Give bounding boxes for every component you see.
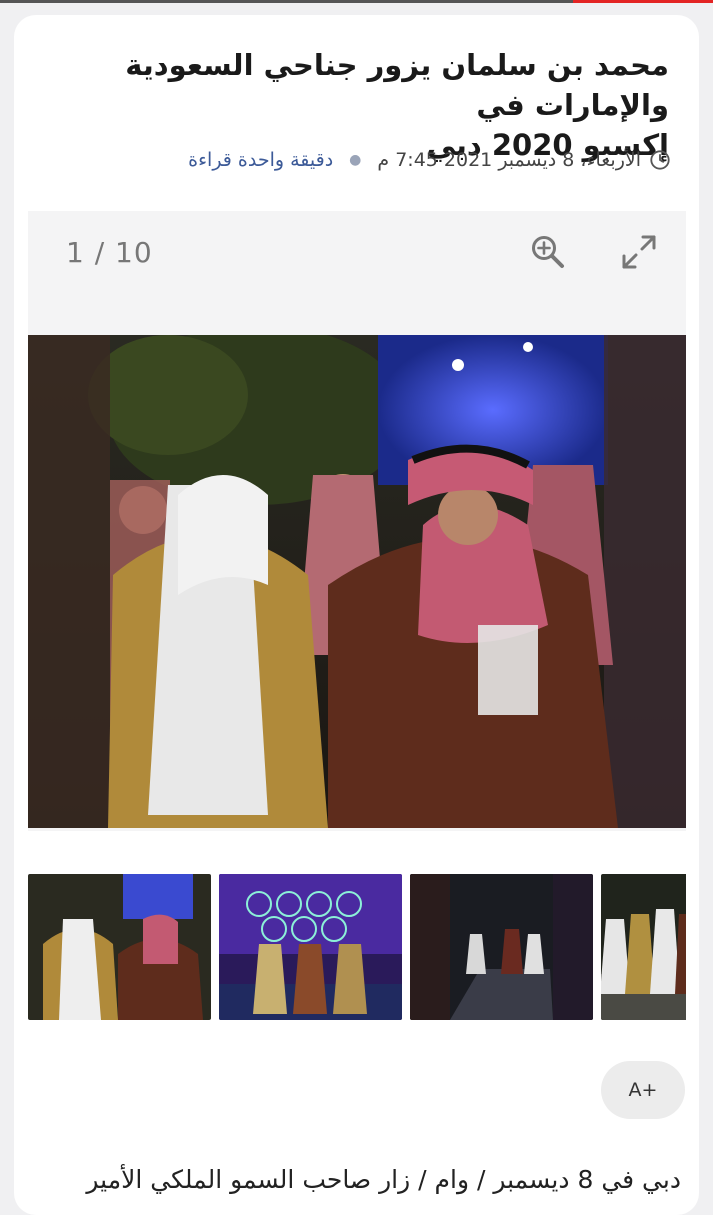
thumbnail-4-image xyxy=(601,874,686,1020)
clock-icon xyxy=(650,150,670,170)
meta-separator-dot: ● xyxy=(349,152,362,168)
fullscreen-icon[interactable] xyxy=(620,233,658,271)
thumbnail-4[interactable] xyxy=(601,874,686,1020)
gallery-counter: 1 / 10 xyxy=(66,236,153,269)
thumbnail-2[interactable] xyxy=(219,874,402,1020)
zoom-in-icon[interactable] xyxy=(530,234,566,270)
article-meta: الأربعاء، 8 ديسمبر 2021 7:45 م ● دقيقة و… xyxy=(188,145,671,175)
gallery-main-photo[interactable] xyxy=(28,335,686,828)
article-body-text: دبي في 8 ديسمبر / وام / زار صاحب السمو ا… xyxy=(86,1165,681,1194)
gallery-thumbnails xyxy=(28,874,686,1020)
thumbnail-3[interactable] xyxy=(410,874,593,1020)
publish-date: الأربعاء، 8 ديسمبر 2021 7:45 م xyxy=(377,149,641,171)
thumbnail-2-image xyxy=(219,874,402,1020)
top-progress-bar xyxy=(0,0,713,3)
font-size-button[interactable]: A+ xyxy=(601,1061,685,1119)
reading-time: دقيقة واحدة قراءة xyxy=(188,149,334,171)
article-card: محمد بن سلمان يزور جناحي السعودية والإما… xyxy=(14,15,699,1215)
thumbnail-3-image xyxy=(410,874,593,1020)
article-title-line1: محمد بن سلمان يزور جناحي السعودية والإما… xyxy=(125,48,669,122)
photo-gallery: 1 / 10 xyxy=(28,211,686,831)
main-photo-image xyxy=(28,335,686,828)
top-accent-bar xyxy=(573,0,713,3)
thumbnail-1[interactable] xyxy=(28,874,211,1020)
thumbnail-1-image xyxy=(28,874,211,1020)
